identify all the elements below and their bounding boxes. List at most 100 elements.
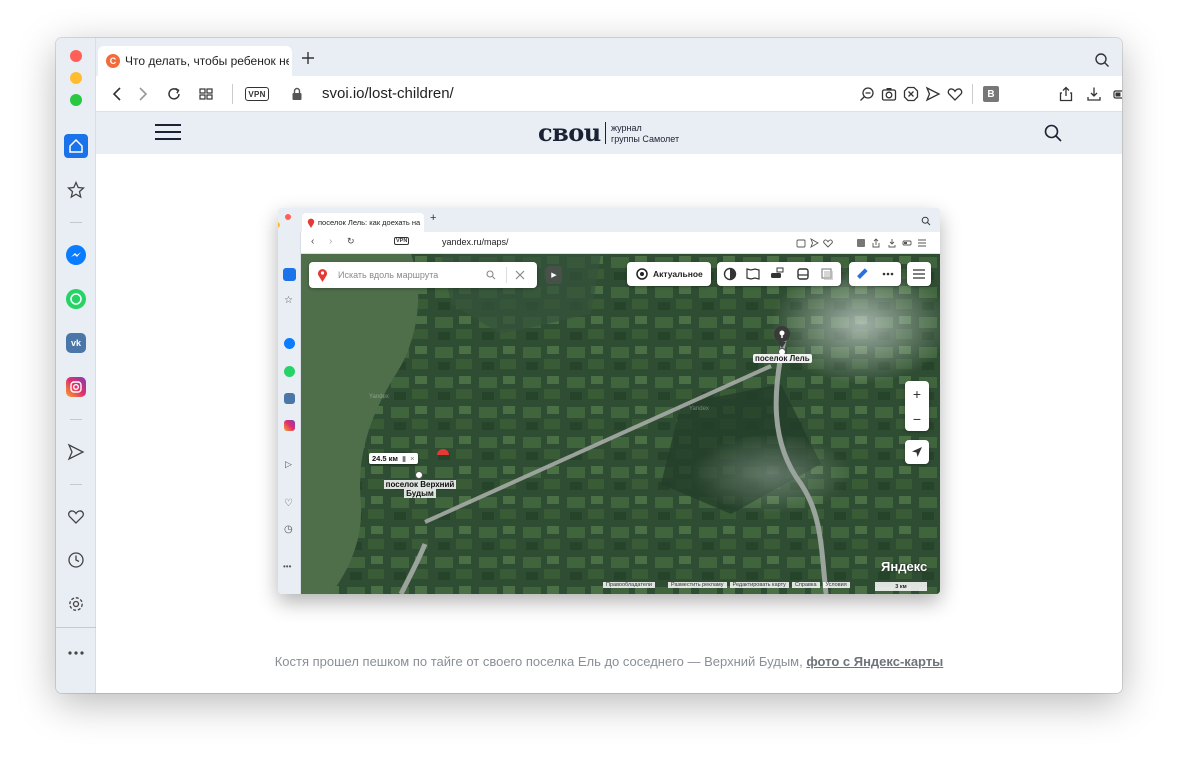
map-watermark-small: Yandex (689, 406, 709, 412)
inner-instagram-icon (284, 420, 295, 431)
tab-bar: С Что делать, чтобы ребенок не (96, 38, 1122, 76)
reload-icon (168, 87, 180, 100)
site-search-button[interactable] (1044, 124, 1062, 147)
add-favorite-button[interactable] (946, 85, 964, 103)
sidebar-whatsapp-button[interactable] (64, 287, 88, 311)
map-search-divider (506, 267, 507, 283)
sidebar-bookmarks-button[interactable] (64, 178, 88, 202)
ruler-icon (857, 268, 868, 279)
article-content: поселок Лель: как доехать на + ‹ › ↻ VPN… (96, 154, 1122, 693)
send-to-button[interactable] (924, 85, 942, 103)
map-locate-button[interactable] (905, 440, 929, 464)
map-label-verkhniy-line2: Будым (404, 489, 436, 498)
tab-search-button[interactable] (1094, 52, 1110, 68)
search-icon (486, 270, 496, 280)
search-icon (1044, 124, 1062, 142)
heart-icon (68, 510, 84, 524)
battery-saver-button[interactable] (1112, 85, 1122, 103)
plus-icon (302, 52, 314, 64)
map-zoom-out-button[interactable]: − (905, 406, 929, 431)
site-logo[interactable]: своu (538, 118, 601, 147)
inner-address-bar: ‹ › ↻ VPN yandex.ru/maps/ (301, 232, 940, 254)
chevron-right-icon (139, 87, 148, 101)
inner-tab-title: поселок Лель: как доехать на (318, 218, 421, 227)
downloads-button[interactable] (1085, 85, 1103, 103)
map-actual-button[interactable]: Актуальное (627, 262, 711, 286)
address-bar: VPN svoi.io/lost-children/ B (96, 76, 1122, 112)
forward-button[interactable] (134, 85, 152, 103)
sidebar-history-button[interactable] (64, 548, 88, 572)
map-footer-link[interactable]: Правообладатели (603, 582, 655, 588)
send-icon (925, 86, 941, 102)
image-caption: Костя прошел пешком по тайге от своего п… (96, 654, 1122, 669)
vpn-badge[interactable]: VPN (245, 87, 269, 101)
minimize-window-button[interactable] (70, 72, 82, 84)
map-collapse-icon[interactable]: ▶ (546, 266, 562, 284)
close-icon[interactable]: × (410, 454, 414, 463)
site-menu-button[interactable] (155, 123, 181, 146)
map-layers-group[interactable] (717, 262, 841, 286)
vk-icon: vk (66, 333, 86, 353)
sidebar-messenger-button[interactable] (64, 243, 88, 267)
new-tab-button[interactable] (300, 50, 316, 66)
sidebar-instagram-button[interactable] (64, 375, 88, 399)
tab-active[interactable]: С Что делать, чтобы ребенок не (98, 46, 292, 76)
map-footer-link[interactable]: Редактировать карту (729, 582, 789, 588)
caption-text: Костя прошел пешком по тайге от своего п… (274, 654, 807, 669)
map-footer-links: Правообладатели Разместить рекламу Редак… (603, 582, 850, 588)
sidebar-separator (70, 484, 82, 485)
satellite-map[interactable]: Искать вдоль маршрута ▶ Актуальное + − п… (301, 254, 940, 594)
toolbar-divider (232, 84, 233, 104)
reload-button[interactable] (165, 85, 183, 103)
map-route-search[interactable]: Искать вдоль маршрута (309, 262, 537, 288)
map-footer-link[interactable]: Разместить рекламу (667, 582, 727, 588)
snapshot-button[interactable] (880, 85, 898, 103)
inner-whatsapp-icon (284, 366, 295, 377)
sidebar-home-button[interactable] (64, 134, 88, 158)
adblock-button[interactable] (902, 85, 920, 103)
inner-reload-icon: ↻ (347, 236, 355, 246)
share-button[interactable] (1057, 85, 1075, 103)
extension-button[interactable]: B (982, 85, 1000, 103)
inner-tab-bar: поселок Лель: как доехать на + (278, 208, 940, 232)
sidebar-more-button[interactable] (64, 641, 88, 665)
inner-newtab-icon: + (430, 212, 437, 224)
inner-tab: поселок Лель: как доехать на (302, 213, 424, 232)
map-point-verkhniy[interactable] (414, 470, 424, 480)
map-footer-link[interactable]: Условия (822, 582, 850, 588)
map-tools-group[interactable] (849, 262, 901, 286)
zoom-out-button[interactable] (858, 85, 876, 103)
camera-icon (881, 88, 897, 101)
logo-subtitle: журнал группы Самолет (611, 123, 679, 145)
zoom-out-icon (860, 87, 874, 101)
map-layer-icons (723, 267, 833, 281)
maximize-window-button[interactable] (70, 94, 82, 106)
url-text[interactable]: svoi.io/lost-children/ (322, 85, 454, 102)
sidebar-vk-button[interactable]: vk (64, 331, 88, 355)
close-window-button[interactable] (70, 50, 82, 62)
map-watermark-small: Yandex (369, 394, 389, 400)
caption-source-link[interactable]: фото с Яндекс-карты (806, 654, 943, 669)
back-button[interactable] (108, 85, 126, 103)
map-actual-label: Актуальное (653, 269, 703, 279)
inner-forward-icon: › (329, 236, 333, 247)
map-menu-button[interactable] (907, 262, 931, 286)
map-imagery (301, 254, 940, 594)
browser-window: vk С Что делать, чтобы ребенок не VPN sv… (56, 38, 1122, 693)
sidebar-settings-button[interactable] (64, 592, 88, 616)
inner-vk-icon (284, 393, 295, 404)
map-zoom-control: + − (905, 381, 929, 431)
sidebar-separator (70, 419, 82, 420)
sidebar-favorites-button[interactable] (64, 505, 88, 529)
star-icon (67, 181, 85, 199)
map-search-placeholder: Искать вдоль маршрута (338, 270, 439, 280)
sidebar-send-button[interactable] (64, 440, 88, 464)
inner-toolbar-icons (796, 238, 926, 248)
speed-dial-button[interactable] (197, 85, 215, 103)
trash-icon[interactable]: ▮ (402, 454, 406, 463)
map-zoom-in-button[interactable]: + (905, 381, 929, 406)
inner-star-icon: ☆ (284, 295, 293, 306)
map-pin-icon (318, 269, 327, 282)
map-footer-link[interactable]: Справка (791, 582, 820, 588)
lock-button[interactable] (288, 85, 306, 103)
